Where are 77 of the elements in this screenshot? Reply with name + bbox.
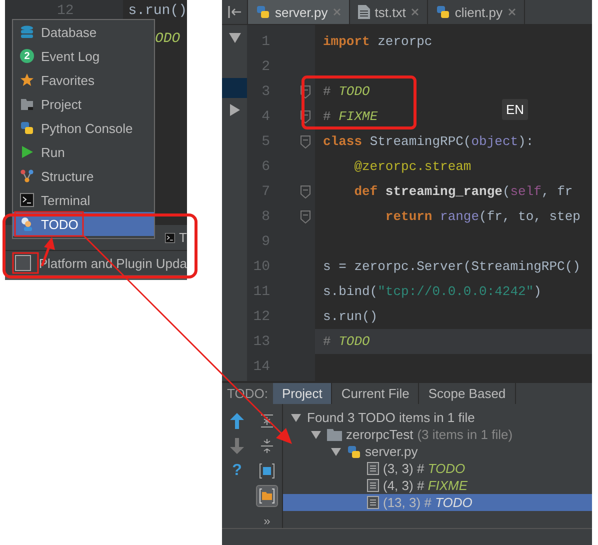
star-icon	[20, 73, 34, 87]
collapse-all-icon[interactable]	[260, 414, 274, 428]
document-icon	[367, 479, 379, 492]
editor-tab[interactable]: client.py	[428, 0, 525, 24]
text-file-icon	[358, 5, 370, 19]
editor-tab[interactable]: tst.txt	[350, 0, 428, 24]
menu-item[interactable]: Structure	[13, 164, 154, 188]
code-line: class StreamingRPC(object):	[323, 134, 534, 149]
folder-icon	[20, 97, 34, 111]
tree-label: zerorpcTest	[346, 427, 414, 442]
expand-arrow-icon[interactable]	[309, 430, 323, 440]
python-file-icon	[347, 444, 361, 458]
editor-tab[interactable]: server.py	[248, 0, 350, 24]
close-icon[interactable]	[410, 8, 419, 16]
expand-all-icon[interactable]	[260, 438, 274, 452]
database-icon	[20, 25, 34, 39]
todo-entry: (3, 3) # TODO	[383, 461, 466, 476]
event-log-icon: 2	[20, 49, 34, 63]
menu-item[interactable]: Python Console	[13, 116, 154, 140]
play-icon	[20, 145, 34, 159]
code-line: # TODO	[323, 334, 370, 349]
person-icon	[20, 217, 34, 231]
toggle-icon[interactable]	[15, 255, 31, 271]
folder-icon	[327, 428, 342, 441]
menu-item[interactable]: Project	[13, 92, 154, 116]
todo-row[interactable]: (3, 3) # TODO	[283, 460, 592, 477]
expand-arrow-icon[interactable]	[289, 412, 303, 422]
fold-marker-icon[interactable]	[300, 84, 310, 98]
code-line: s.run()	[323, 309, 378, 324]
more-button[interactable]: »	[264, 514, 270, 528]
help-button[interactable]: ?	[232, 462, 242, 480]
up-arrow-icon[interactable]	[230, 412, 244, 428]
fold-marker-icon[interactable]	[300, 210, 310, 224]
menu-item[interactable]: 2 Event Log	[13, 44, 154, 68]
structure-icon	[20, 169, 34, 183]
fold-marker-icon[interactable]	[300, 184, 310, 198]
code-line: # TODO	[323, 84, 370, 99]
code-line: @zerorpc.stream	[353, 159, 472, 174]
menu-item[interactable]: Database	[13, 20, 154, 44]
menu-item[interactable]: Favorites	[13, 68, 154, 92]
code-line: return range(fr, to, step	[384, 209, 580, 224]
input-method-badge: EN	[502, 99, 528, 120]
down-arrow-icon[interactable]	[230, 438, 244, 454]
expand-arrow-icon[interactable]	[329, 446, 343, 456]
document-icon	[367, 496, 379, 509]
expand-triangle-icon[interactable]	[230, 104, 240, 116]
code-line: ODO	[155, 31, 180, 48]
todo-row[interactable]: (13, 3) # TODO	[283, 494, 592, 511]
terminal-icon	[20, 193, 34, 207]
python-icon	[256, 5, 270, 19]
code-line: def streaming_range(self, fr	[353, 184, 573, 199]
module-icon[interactable]	[259, 462, 275, 478]
tool-button-label[interactable]: T	[179, 230, 187, 245]
menu-item[interactable]: Terminal	[13, 188, 154, 212]
todo-entry: (13, 3) # TODO	[383, 495, 472, 510]
python-icon	[20, 121, 34, 135]
collapse-triangle-icon[interactable]	[228, 33, 240, 43]
tree-label: server.py	[365, 444, 418, 459]
code-line: import zerorpc	[323, 34, 432, 49]
panel-tab[interactable]: Project	[272, 383, 332, 404]
python-icon	[436, 5, 450, 19]
code-line: s.bind("tcp://0.0.0.0:4242")	[323, 284, 542, 299]
code-line: s.run()	[128, 3, 187, 19]
fold-marker-icon[interactable]	[300, 110, 310, 124]
todo-entry: (4, 3) # FIXME	[383, 478, 468, 493]
document-icon	[367, 462, 379, 475]
group-by-folder-button[interactable]	[256, 484, 278, 506]
pin-left-icon[interactable]	[228, 6, 242, 18]
code-line: s = zerorpc.Server(StreamingRPC()	[323, 259, 580, 274]
item-count: (3 items in 1 file)	[417, 427, 513, 442]
menu-item[interactable]: Run	[13, 140, 154, 164]
code-line: # FIXME	[323, 109, 378, 124]
close-icon[interactable]	[508, 8, 516, 16]
todo-row[interactable]: (4, 3) # FIXME	[283, 477, 592, 494]
summary-text: Found 3 TODO items in 1 file	[307, 410, 475, 425]
fold-marker-icon[interactable]	[300, 134, 310, 148]
terminal-icon	[165, 230, 176, 244]
